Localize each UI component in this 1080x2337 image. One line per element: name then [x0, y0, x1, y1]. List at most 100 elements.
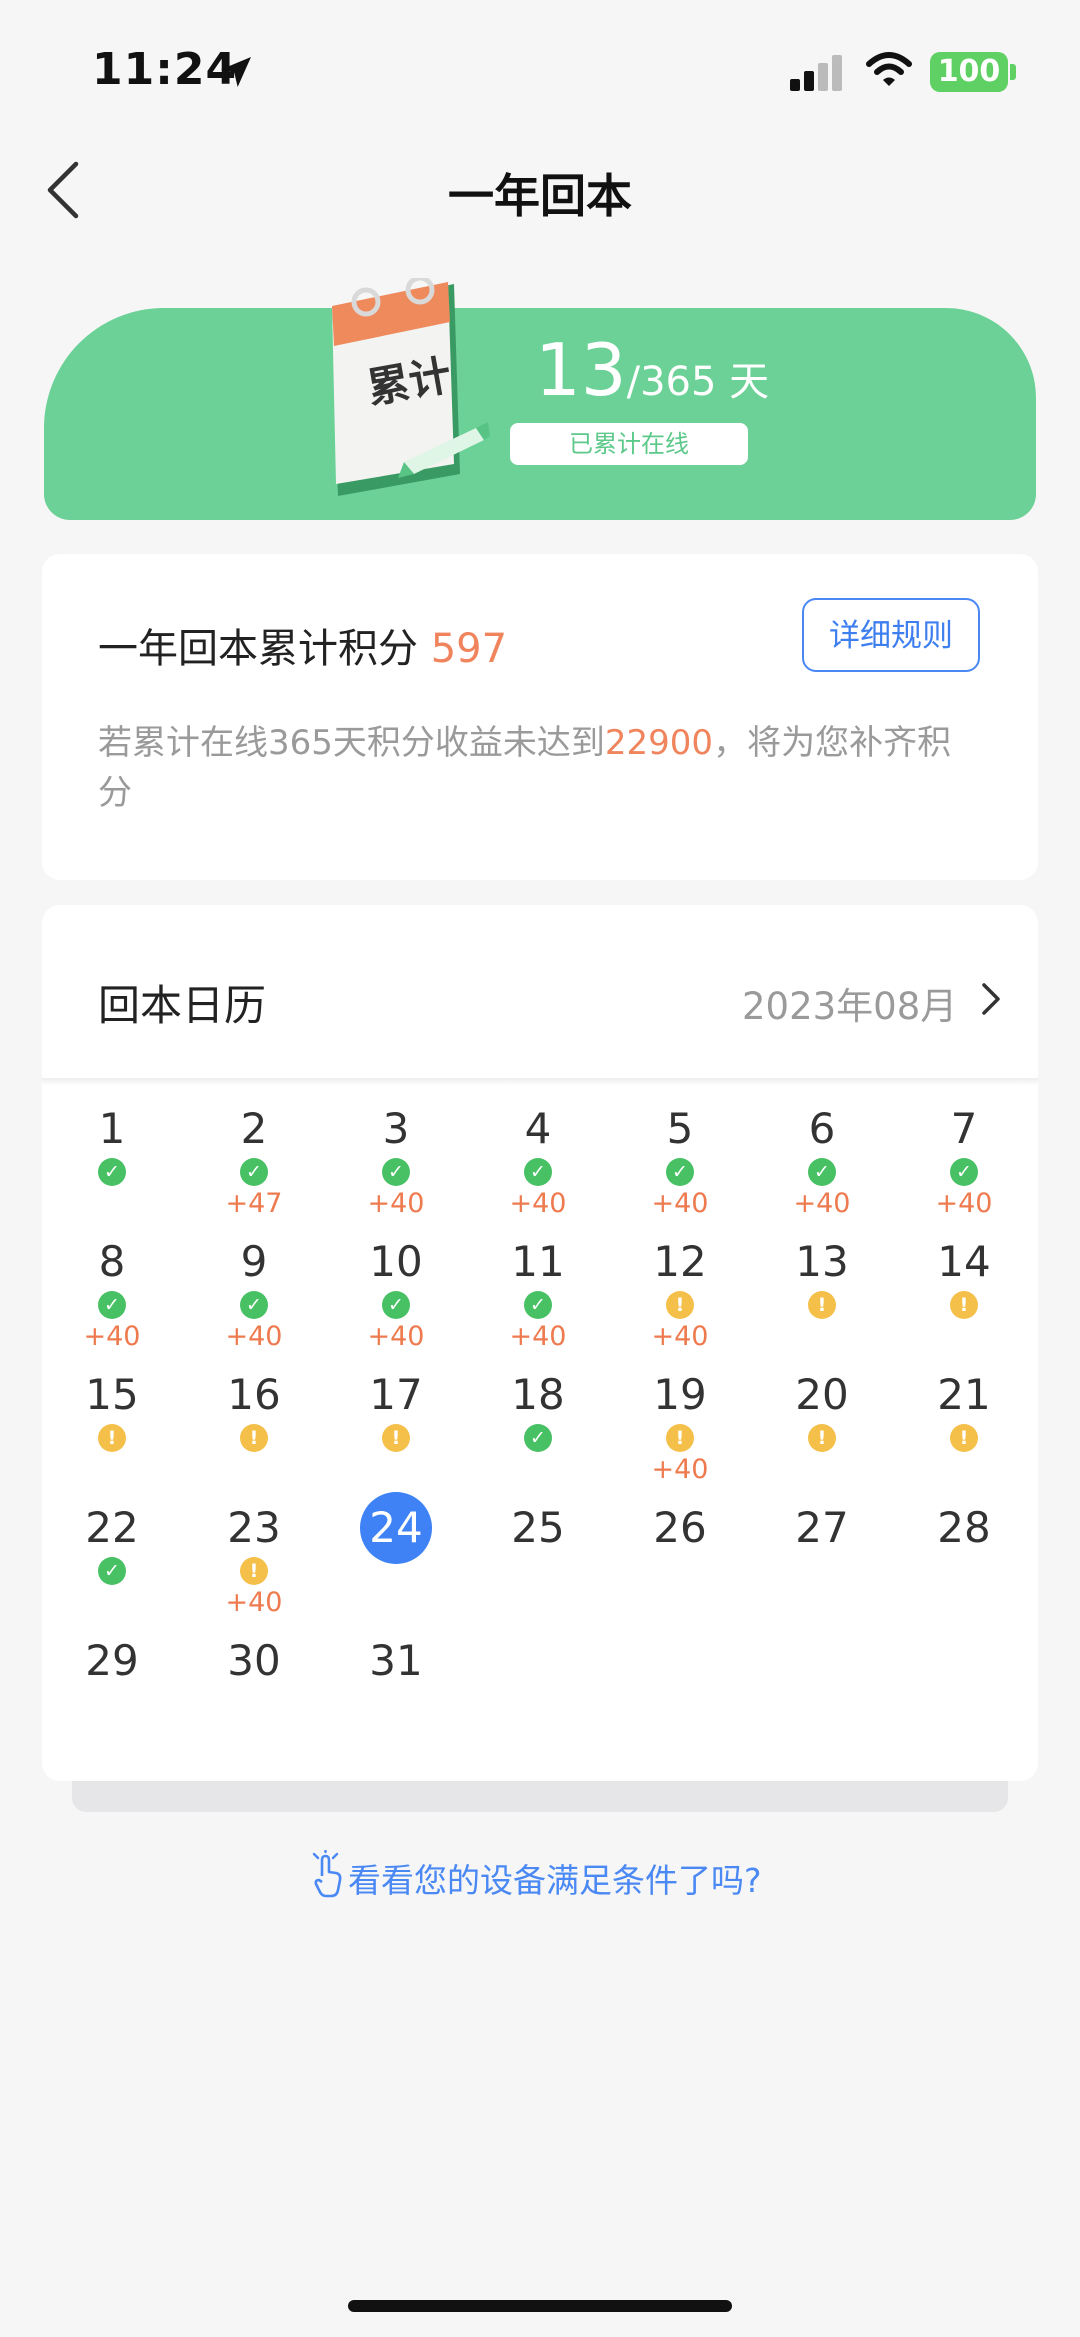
check-device-link[interactable]: 看看您的设备满足条件了吗?: [348, 1854, 762, 1902]
day-bonus: +40: [935, 1188, 993, 1219]
calendar-day[interactable]: 21!: [894, 1370, 1034, 1452]
day-number: 17: [369, 1370, 423, 1419]
calendar-day[interactable]: 24: [326, 1492, 466, 1564]
check-circle-icon: ✓: [524, 1424, 552, 1452]
check-circle-icon: ✓: [240, 1158, 268, 1186]
day-number: 3: [382, 1104, 410, 1153]
calendar-day[interactable]: 26: [610, 1503, 750, 1553]
day-bonus: +40: [367, 1321, 425, 1352]
day-bonus: +40: [651, 1188, 709, 1219]
exclamation-circle-icon: !: [808, 1424, 836, 1452]
day-bonus: +40: [651, 1321, 709, 1352]
day-bonus: +40: [225, 1321, 283, 1352]
days-counter: 13/365 天: [535, 328, 769, 412]
day-number: 2: [240, 1104, 268, 1153]
pointer-hand-icon: [312, 1850, 342, 1898]
points-value: 597: [430, 626, 508, 672]
calendar-title: 回本日历: [98, 981, 267, 1030]
points-label: 一年回本累计积分: [98, 626, 418, 672]
day-number: 26: [653, 1503, 707, 1552]
day-number: 18: [511, 1370, 565, 1419]
day-bonus: +40: [83, 1321, 141, 1352]
day-number: 5: [666, 1104, 694, 1153]
calendar-day[interactable]: 7 ✓ +40: [894, 1104, 1034, 1222]
calendar-day[interactable]: 19! +40: [610, 1370, 750, 1488]
exclamation-circle-icon: !: [950, 1424, 978, 1452]
day-number: 12: [653, 1237, 707, 1286]
exclamation-circle-icon: !: [240, 1557, 268, 1585]
day-bonus: +47: [225, 1188, 283, 1219]
calendar-divider: [42, 1078, 1038, 1086]
exclamation-circle-icon: !: [808, 1291, 836, 1319]
calendar-day[interactable]: 2 ✓ +47: [184, 1104, 324, 1222]
calendar-day[interactable]: 5 ✓ +40: [610, 1104, 750, 1222]
exclamation-circle-icon: !: [382, 1424, 410, 1452]
calendar-day[interactable]: 18 ✓: [468, 1370, 608, 1452]
calendar-day[interactable]: 13!: [752, 1237, 892, 1319]
rules-button[interactable]: 详细规则: [802, 598, 980, 672]
day-number: 14: [937, 1237, 991, 1286]
day-number: 27: [795, 1503, 849, 1552]
calendar-day[interactable]: 17!: [326, 1370, 466, 1452]
day-bonus: +40: [651, 1454, 709, 1485]
calendar-day[interactable]: 23! +40: [184, 1503, 324, 1621]
day-bonus: +40: [367, 1188, 425, 1219]
check-circle-icon: ✓: [808, 1158, 836, 1186]
day-number: 9: [240, 1237, 268, 1286]
points-description: 若累计在线365天积分收益未达到22900，将为您补齐积分: [98, 718, 978, 818]
days-total: /365 天: [626, 359, 770, 405]
wifi-icon: [866, 52, 912, 86]
exclamation-circle-icon: !: [666, 1424, 694, 1452]
calendar-day[interactable]: 1 ✓: [42, 1104, 182, 1186]
calendar-day[interactable]: 25: [468, 1503, 608, 1553]
today-day-number: 24: [360, 1492, 432, 1564]
calendar-day[interactable]: 3 ✓ +40: [326, 1104, 466, 1222]
battery-indicator: 100: [930, 52, 1008, 92]
chevron-right-icon[interactable]: [980, 982, 1002, 1016]
check-circle-icon: ✓: [666, 1158, 694, 1186]
calendar-day[interactable]: 29: [42, 1636, 182, 1686]
calendar-day[interactable]: 8 ✓ +40: [42, 1237, 182, 1355]
calendar-day[interactable]: 9 ✓ +40: [184, 1237, 324, 1355]
calendar-day[interactable]: 16!: [184, 1370, 324, 1452]
day-number: 11: [511, 1237, 565, 1286]
calendar-day[interactable]: 20!: [752, 1370, 892, 1452]
day-number: 1: [98, 1104, 126, 1153]
day-number: 15: [85, 1370, 139, 1419]
calendar-day[interactable]: 30: [184, 1636, 324, 1686]
calendar-day[interactable]: 4 ✓ +40: [468, 1104, 608, 1222]
day-number: 22: [85, 1503, 139, 1552]
days-count: 13: [535, 328, 627, 412]
calendar-day[interactable]: 27: [752, 1503, 892, 1553]
day-number: 29: [85, 1636, 139, 1685]
exclamation-circle-icon: !: [666, 1291, 694, 1319]
home-indicator: [348, 2300, 732, 2312]
calendar-day[interactable]: 15!: [42, 1370, 182, 1452]
calendar-day[interactable]: 10 ✓ +40: [326, 1237, 466, 1355]
day-number: 28: [937, 1503, 991, 1552]
day-number: 21: [937, 1370, 991, 1419]
check-circle-icon: ✓: [98, 1158, 126, 1186]
day-number: 6: [808, 1104, 836, 1153]
calendar-day[interactable]: 6 ✓ +40: [752, 1104, 892, 1222]
check-circle-icon: ✓: [382, 1291, 410, 1319]
day-number: 23: [227, 1503, 281, 1552]
calendar-day[interactable]: 31: [326, 1636, 466, 1686]
day-number: 10: [369, 1237, 423, 1286]
day-number: 16: [227, 1370, 281, 1419]
calendar-day[interactable]: 28: [894, 1503, 1034, 1553]
check-circle-icon: ✓: [950, 1158, 978, 1186]
points-heading: 一年回本累计积分 597: [98, 616, 507, 674]
signal-icon: [790, 55, 842, 91]
day-number: 31: [369, 1636, 423, 1685]
calendar-month[interactable]: 2023年08月: [742, 976, 957, 1030]
calendar-day[interactable]: 14!: [894, 1237, 1034, 1319]
check-circle-icon: ✓: [524, 1291, 552, 1319]
day-bonus: +40: [509, 1188, 567, 1219]
calendar-day[interactable]: 22 ✓: [42, 1503, 182, 1585]
day-number: 8: [98, 1237, 126, 1286]
day-number: 4: [524, 1104, 552, 1153]
calendar-day[interactable]: 11 ✓ +40: [468, 1237, 608, 1355]
calendar-day[interactable]: 12! +40: [610, 1237, 750, 1355]
day-number: 7: [950, 1104, 978, 1153]
